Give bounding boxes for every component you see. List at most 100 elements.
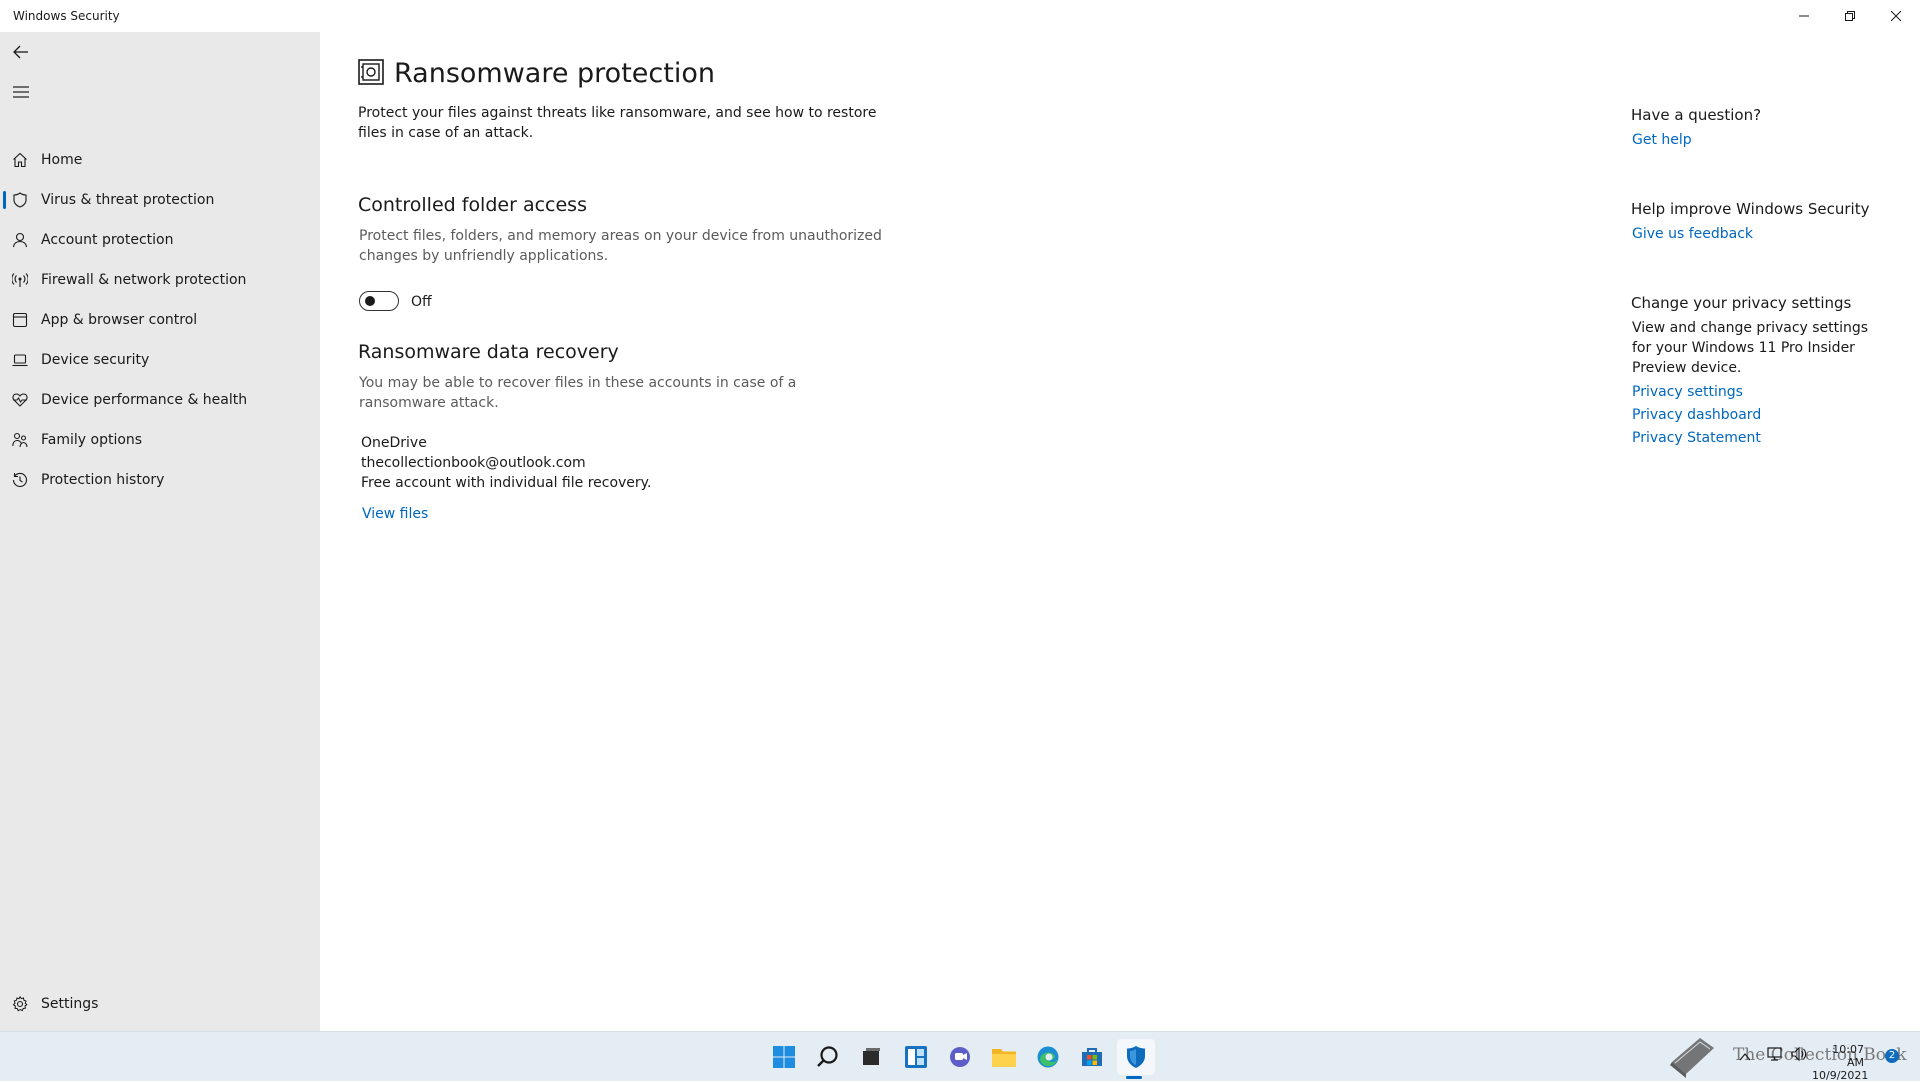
search-icon [817,1046,838,1067]
tray-chevron-button[interactable] [1739,1048,1751,1067]
privacy-statement-link[interactable]: Privacy Statement [1632,430,1871,446]
recovery-description: You may be able to recover files in thes… [359,373,796,413]
edge-icon [1037,1046,1059,1068]
page-title: Ransomware protection [394,58,715,89]
help-improve-heading: Help improve Windows Security [1631,200,1870,218]
heart-pulse-icon [11,391,29,409]
start-button[interactable] [765,1039,803,1075]
windows-security-taskbar-button[interactable] [1117,1039,1155,1075]
give-feedback-link[interactable]: Give us feedback [1632,226,1871,242]
watermark-book-icon [1666,1034,1718,1082]
taskbar: The Collection Book 10:07 AM 10/9/2021 2 [0,1031,1920,1082]
main-content: Ransomware protection Protect your files… [320,32,1920,1031]
privacy-description-line: for your Windows 11 Pro Insider [1632,340,1855,356]
task-view-icon [863,1048,880,1065]
privacy-description: View and change privacy settings for you… [1632,318,1871,378]
sidebar-item-firewall-network-protection[interactable]: Firewall & network protection [0,260,320,300]
file-explorer-button[interactable] [985,1039,1023,1075]
cfa-toggle-label: Off [411,294,432,310]
hamburger-menu-icon [13,86,29,98]
sidebar-item-virus-threat-protection[interactable]: Virus & threat protection [0,180,320,220]
restore-icon [1845,11,1855,21]
close-icon [1891,11,1901,21]
have-question-heading: Have a question? [1631,106,1762,124]
menu-button[interactable] [0,72,42,112]
sidebar-item-family-options[interactable]: Family options [0,420,320,460]
edge-button[interactable] [1029,1039,1067,1075]
minimize-icon [1799,15,1809,17]
shield-icon [11,191,29,209]
widgets-icon [905,1046,927,1068]
sidebar-item-label: Protection history [41,472,165,488]
privacy-settings-link[interactable]: Privacy settings [1632,384,1871,400]
onedrive-account-info: OneDrive thecollectionbook@outlook.com F… [361,433,651,493]
sidebar-item-label: Settings [41,996,99,1012]
store-button[interactable] [1073,1039,1111,1075]
get-help-link[interactable]: Get help [1632,132,1871,148]
network-icon[interactable] [1767,1046,1783,1066]
sidebar-item-label: Device performance & health [41,392,248,408]
onedrive-plan: Free account with individual file recove… [361,475,652,491]
sidebar-item-label: Family options [41,432,143,448]
sidebar-item-device-security[interactable]: Device security [0,340,320,380]
history-icon [11,471,29,489]
store-icon [1082,1048,1102,1066]
page-description: Protect your files against threats like … [358,103,876,143]
sidebar-item-settings[interactable]: Settings [0,984,320,1024]
volume-icon[interactable] [1791,1046,1807,1066]
laptop-icon [11,351,29,369]
clock-time: 10:07 AM [1832,1043,1864,1069]
toggle-knob [365,296,375,306]
recovery-description-line: ransomware attack. [359,395,499,411]
chat-button[interactable] [941,1039,979,1075]
cfa-description-line: changes by unfriendly applications. [359,248,609,264]
restore-button[interactable] [1827,0,1873,32]
feedback-section: Help improve Windows Security Give us fe… [1631,200,1871,242]
task-view-button[interactable] [852,1039,890,1075]
sidebar-item-label: Home [41,152,83,168]
sidebar-item-device-performance-health[interactable]: Device performance & health [0,380,320,420]
cfa-description-line: Protect files, folders, and memory areas… [359,228,882,244]
antenna-icon [11,271,29,289]
page-description-line: Protect your files against threats like … [358,105,877,121]
app-window-icon [11,311,29,329]
onedrive-provider: OneDrive [361,435,427,451]
sidebar-item-label: Virus & threat protection [41,192,215,208]
help-section: Have a question? Get help [1631,106,1871,148]
notification-badge[interactable]: 2 [1885,1049,1899,1063]
close-button[interactable] [1873,0,1919,32]
sidebar-item-label: App & browser control [41,312,198,328]
view-files-link[interactable]: View files [362,506,428,522]
privacy-heading: Change your privacy settings [1631,294,1852,312]
page-header: Ransomware protection [358,58,715,89]
family-icon [11,431,29,449]
title-bar: Windows Security [0,0,1920,32]
active-app-indicator [1126,1076,1142,1079]
sidebar-item-account-protection[interactable]: Account protection [0,220,320,260]
cfa-heading: Controlled folder access [358,194,587,216]
sidebar-item-home[interactable]: Home [0,140,320,180]
cfa-toggle[interactable] [359,291,399,311]
privacy-dashboard-link[interactable]: Privacy dashboard [1632,407,1871,423]
home-icon [11,151,29,169]
taskbar-search-button[interactable] [809,1039,847,1075]
sidebar-item-label: Account protection [41,232,174,248]
sidebar-item-label: Firewall & network protection [41,272,247,288]
privacy-description-line: Preview device. [1632,360,1742,376]
window-title: Windows Security [13,9,120,23]
minimize-button[interactable] [1781,0,1827,32]
chevron-up-icon [1739,1053,1751,1061]
page-description-line: files in case of an attack. [358,125,534,141]
privacy-section: Change your privacy settings View and ch… [1631,294,1871,446]
sidebar-item-label: Device security [41,352,150,368]
sidebar: Home Virus & threat protection Account p… [0,32,320,1031]
recovery-heading: Ransomware data recovery [358,341,619,363]
start-icon [773,1046,795,1068]
recovery-description-line: You may be able to recover files in thes… [359,375,797,391]
sidebar-item-app-browser-control[interactable]: App & browser control [0,300,320,340]
back-button[interactable] [0,32,42,72]
clock[interactable]: 10:07 AM 10/9/2021 [1812,1043,1868,1082]
widgets-button[interactable] [897,1039,935,1075]
file-explorer-icon [992,1049,1016,1067]
sidebar-item-protection-history[interactable]: Protection history [0,460,320,500]
